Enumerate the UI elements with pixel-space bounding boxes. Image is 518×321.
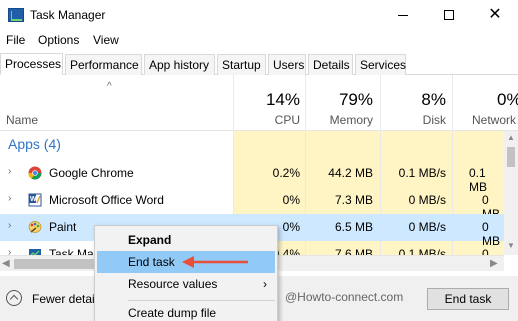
process-row-word[interactable]: › W Microsoft Office Word 0% 7.3 MB 0 MB…: [0, 187, 504, 221]
menu-view[interactable]: View: [93, 33, 119, 47]
menu-options[interactable]: Options: [38, 33, 79, 47]
window-title: Task Manager: [30, 8, 106, 22]
sort-up-icon[interactable]: ^: [107, 81, 112, 92]
menu-separator: [128, 300, 275, 301]
scroll-thumb[interactable]: [14, 259, 99, 269]
close-icon: ✕: [488, 6, 502, 23]
process-row-chrome[interactable]: › Google Chrome 0.2% 44.2 MB 0.1 MB/s 0.…: [0, 160, 504, 194]
fewer-details-link[interactable]: Fewer detai: [32, 292, 95, 306]
disk-value: 0 MB/s: [408, 193, 446, 207]
menu-file[interactable]: File: [6, 33, 25, 47]
context-resource-values[interactable]: Resource values ›: [97, 273, 275, 295]
disk-percent: 8%: [421, 90, 446, 109]
minimize-icon: [398, 14, 408, 16]
menu-bar: File Options View: [0, 30, 518, 52]
paint-icon: [28, 221, 42, 233]
watermark-text: @Howto-connect.com: [285, 290, 404, 304]
tab-details[interactable]: Details: [308, 54, 353, 75]
tab-services[interactable]: Services: [355, 54, 406, 75]
tab-bar: Processes Performance App history Startu…: [0, 53, 518, 75]
cpu-value: 0%: [282, 193, 300, 207]
cpu-percent: 14%: [265, 90, 300, 109]
annotation-arrow-icon: [182, 256, 248, 268]
collapse-circle-icon[interactable]: [6, 290, 22, 306]
memory-value: 7.3 MB: [334, 193, 373, 207]
disk-value: 0.1 MB/s: [398, 247, 446, 255]
scroll-right-icon[interactable]: ▶: [490, 258, 498, 269]
tab-performance[interactable]: Performance: [65, 54, 142, 75]
memory-percent: 79%: [338, 90, 373, 109]
column-name[interactable]: Name: [6, 113, 38, 127]
close-button[interactable]: ✕: [472, 0, 518, 30]
expand-chevron-icon[interactable]: ›: [8, 220, 11, 231]
disk-value: 0.1 MB/s: [398, 166, 446, 180]
memory-value: 7.6 MB: [334, 247, 373, 255]
disk-value: 0 MB/s: [408, 220, 446, 234]
process-name: Microsoft Office Word: [49, 193, 164, 207]
word-icon: W: [28, 193, 42, 207]
column-memory[interactable]: Memory: [310, 113, 373, 127]
process-name: Google Chrome: [49, 166, 134, 180]
memory-value: 44.2 MB: [328, 166, 373, 180]
context-expand[interactable]: Expand: [97, 229, 275, 251]
tab-processes[interactable]: Processes: [0, 53, 63, 75]
network-value: 0 MB: [482, 247, 489, 255]
expand-chevron-icon[interactable]: ›: [8, 193, 11, 204]
minimize-button[interactable]: [380, 0, 426, 30]
context-menu: Expand End task Resource values › Create…: [94, 225, 278, 321]
chrome-icon: [28, 166, 42, 180]
task-manager-icon: [8, 8, 24, 22]
end-task-button[interactable]: End task: [427, 288, 509, 310]
maximize-icon: [444, 10, 454, 20]
tab-app-history[interactable]: App history: [144, 54, 215, 75]
tab-startup[interactable]: Startup: [217, 54, 266, 75]
task-manager-icon: [29, 249, 41, 255]
process-name: Task Ma: [49, 247, 94, 255]
network-percent: 0%: [497, 90, 518, 109]
process-name: Paint: [49, 220, 77, 234]
tab-users[interactable]: Users: [268, 54, 306, 75]
column-network[interactable]: Network: [460, 113, 518, 127]
column-disk[interactable]: Disk: [385, 113, 446, 127]
scroll-up-icon[interactable]: ▲: [507, 133, 515, 142]
cpu-value: 0.2%: [272, 166, 300, 180]
vertical-scrollbar[interactable]: ▲ ▼: [504, 131, 518, 255]
column-cpu[interactable]: CPU: [240, 113, 300, 127]
expand-chevron-icon[interactable]: ›: [8, 166, 11, 177]
expand-chevron-icon[interactable]: ›: [8, 247, 11, 255]
memory-value: 6.5 MB: [334, 220, 373, 234]
scroll-thumb[interactable]: [507, 147, 515, 167]
scroll-down-icon[interactable]: ▼: [507, 241, 515, 250]
svg-text:W: W: [30, 196, 37, 203]
maximize-button[interactable]: [426, 0, 472, 30]
group-apps[interactable]: Apps (4): [8, 136, 61, 152]
context-resource-values-label: Resource values: [128, 277, 218, 291]
context-create-dump-file[interactable]: Create dump file: [97, 302, 275, 321]
scroll-left-icon[interactable]: ◀: [2, 258, 10, 269]
title-bar: Task Manager ✕: [0, 0, 518, 30]
submenu-chevron-icon: ›: [263, 277, 267, 291]
column-header: ^ Name 14% CPU 79% Memory 8% Disk 0% Net…: [0, 75, 518, 131]
